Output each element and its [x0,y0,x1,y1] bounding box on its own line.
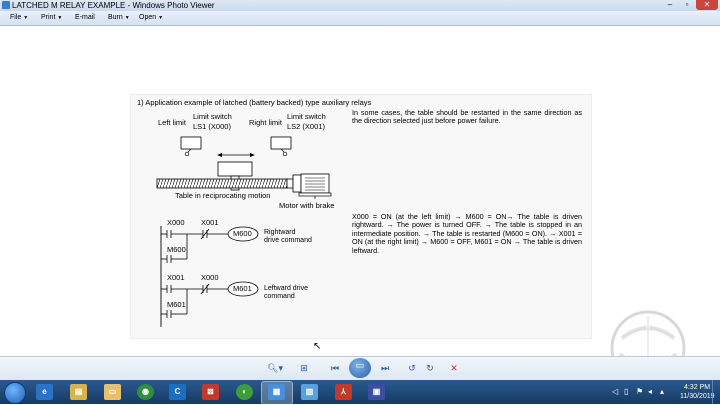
explanation-paragraph-2: X000 = ON (at the left limit) → M600 = O… [352,212,582,255]
start-button[interactable] [4,382,26,404]
mouse-cursor-icon: ↖ [313,341,322,352]
reciprocating-table [217,161,253,177]
volume-icon[interactable]: ◂ [648,387,652,396]
motor-caption: Motor with brake [279,201,335,210]
rung1-comment: Rightward drive command [264,229,312,244]
motion-arrow-right-head [250,153,255,157]
internet-explorer-icon[interactable]: e [36,384,53,400]
limit-switch-ls1-roller [184,151,190,157]
chevron-down-icon: ▼ [124,15,130,21]
next-icon[interactable]: ⏭ [376,361,394,375]
document-icon[interactable]: ▥ [301,384,318,400]
image-viewer-area: 1) Application example of latched (batte… [0,26,720,356]
show-desktop-button[interactable] [712,380,720,404]
folder-icon[interactable]: ▭ [104,384,121,400]
file-explorer-icon[interactable]: ▤ [70,384,87,400]
network-icon[interactable]: ▯ [624,387,628,396]
motion-arrow-left-head [217,153,222,157]
minimize-button[interactable]: ‒ [663,0,677,10]
left-limit-label: Left limit [158,118,186,127]
media-icon[interactable]: ◐ [236,384,253,400]
chevron-down-icon: ▼ [23,15,29,21]
browser-icon[interactable]: C [169,384,186,400]
menu-file[interactable]: File ▼ [10,11,28,25]
photo-viewer-taskbar-icon: ▦ [268,384,285,400]
menu-email[interactable]: E-mail [75,11,95,25]
screw-shaft [156,178,288,189]
coupling [286,178,294,189]
right-limit-label: Right limit [249,118,282,127]
clock-date[interactable]: 11/30/2019 [680,393,715,400]
rung1-coil-label: M600 [233,229,252,238]
brake [292,174,302,193]
pdf-icon[interactable]: ⅄ [335,384,352,400]
menu-email-label: E-mail [75,14,95,21]
actual-size-icon[interactable]: ⊞ [297,361,311,375]
previous-icon[interactable]: ⏮ [326,361,344,375]
chrome-icon[interactable]: ◉ [137,384,154,400]
limit-switch-ls1-box [180,136,202,150]
signal-icon[interactable]: ▴ [660,387,664,396]
close-button[interactable]: ✕ [696,0,718,10]
menu-burn-label: Burn [108,14,123,21]
ls2-label: LS2 (X001) [287,122,325,131]
rung1-contact2-label: X001 [201,218,219,227]
menu-open[interactable]: Open ▼ [139,11,163,25]
rung1-contact1-label: X000 [167,218,185,227]
ls1-label: LS1 (X000) [193,122,231,131]
rotate-right-icon[interactable]: ↻ [424,361,436,375]
limit-switch-ls2-label: Limit switch [287,112,326,121]
menu-burn[interactable]: Burn ▼ [108,11,130,25]
document-heading: 1) Application example of latched (batte… [137,98,372,107]
taskbar: e ▤ ▭ ◉ C ⊠ ◐ ▦ ▥ ⅄ ▣ ◁ ▯ ⚑ ◂ ▴ 4:32 PM … [0,380,720,405]
clock-time[interactable]: 4:32 PM [684,384,710,391]
chevron-down-icon: ▼ [158,15,164,21]
rung2-self-label: M601 [167,300,186,309]
rotate-left-icon[interactable]: ↺ [406,361,418,375]
title-bar: LATCHED M RELAY EXAMPLE - Windows Photo … [0,0,720,11]
limit-switch-ls2-box [270,136,292,150]
limit-switch-ls1-label: Limit switch [193,112,232,121]
limit-switch-ls2-roller [282,151,288,157]
rung2-contact1-label: X001 [167,273,185,282]
chevron-down-icon: ▼ [57,15,63,21]
app-window-icon[interactable]: ▣ [368,384,385,400]
rung1-self-label: M600 [167,245,186,254]
rung2-contact2-label: X000 [201,273,219,282]
rung2-comment: Leftward drive command [264,285,308,300]
menu-open-label: Open [139,14,157,21]
viewer-control-bar: 🔍︎▾ ⊞ ⏮ ▭ ⏭ ↺ ↻ ✕ [0,356,720,381]
menu-bar: File ▼ Print ▼ E-mail Burn ▼ Open ▼ [0,11,720,26]
delete-icon[interactable]: ✕ [448,361,460,375]
menu-print-label: Print [41,14,56,21]
explanation-paragraph-1: In some cases, the table should be resta… [352,108,582,126]
menu-file-label: File [10,14,22,21]
tray-arrow-icon[interactable]: ◁ [612,387,618,396]
slideshow-button[interactable]: ▭ [349,358,371,378]
table-caption: Table in reciprocating motion [175,191,271,200]
maximize-button[interactable]: ▫ [680,0,694,10]
window-title: LATCHED M RELAY EXAMPLE - Windows Photo … [12,1,215,10]
rung2-coil-label: M601 [233,284,252,293]
flag-icon[interactable]: ⚑ [636,387,643,396]
photo-viewer-icon [2,1,10,9]
motor-base [298,192,332,197]
app-icon[interactable]: ⊠ [202,384,219,400]
menu-print[interactable]: Print ▼ [41,11,62,25]
document-image: 1) Application example of latched (batte… [130,94,592,339]
zoom-icon[interactable]: 🔍︎▾ [266,361,284,375]
